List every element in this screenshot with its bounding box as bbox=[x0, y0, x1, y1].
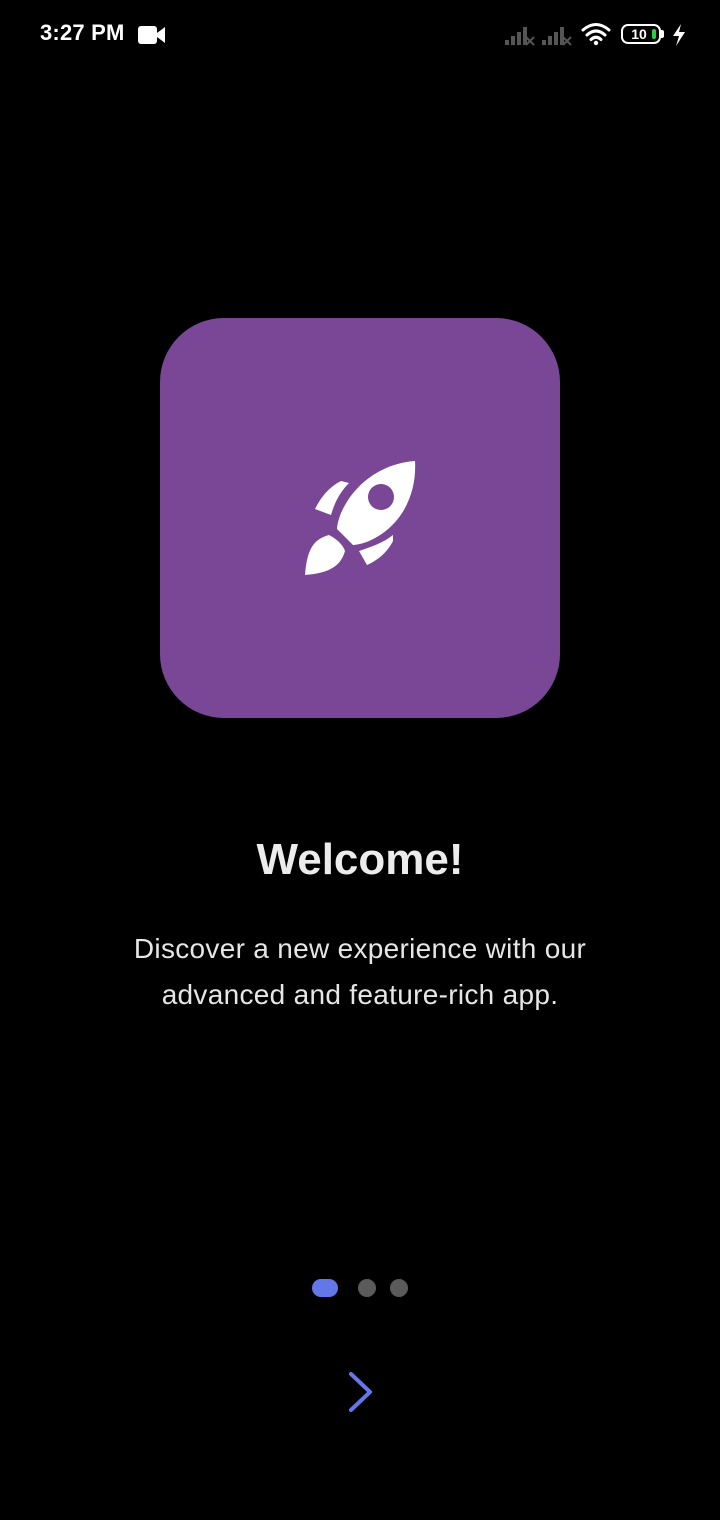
hero-card bbox=[160, 318, 560, 718]
status-bar: 3:27 PM 10 bbox=[0, 0, 720, 70]
page-dot[interactable] bbox=[390, 1279, 408, 1297]
signal-icon bbox=[542, 27, 572, 46]
page-dot[interactable] bbox=[358, 1279, 376, 1297]
wifi-icon bbox=[581, 23, 611, 46]
page-dot-active[interactable] bbox=[312, 1279, 338, 1297]
charging-icon bbox=[673, 24, 685, 46]
battery-level-text: 10 bbox=[631, 26, 647, 42]
battery-icon: 10 bbox=[621, 24, 665, 46]
welcome-title: Welcome! bbox=[256, 835, 464, 885]
page-indicator bbox=[0, 1278, 720, 1298]
signal-icon bbox=[505, 27, 535, 46]
video-camera-icon bbox=[138, 26, 165, 44]
next-button[interactable] bbox=[330, 1362, 390, 1422]
welcome-description: Discover a new experience with our advan… bbox=[133, 933, 587, 1010]
rocket-icon bbox=[305, 461, 416, 575]
status-time: 3:27 PM bbox=[40, 20, 125, 45]
chevron-right-icon bbox=[349, 1372, 372, 1412]
battery-cap bbox=[661, 30, 664, 38]
